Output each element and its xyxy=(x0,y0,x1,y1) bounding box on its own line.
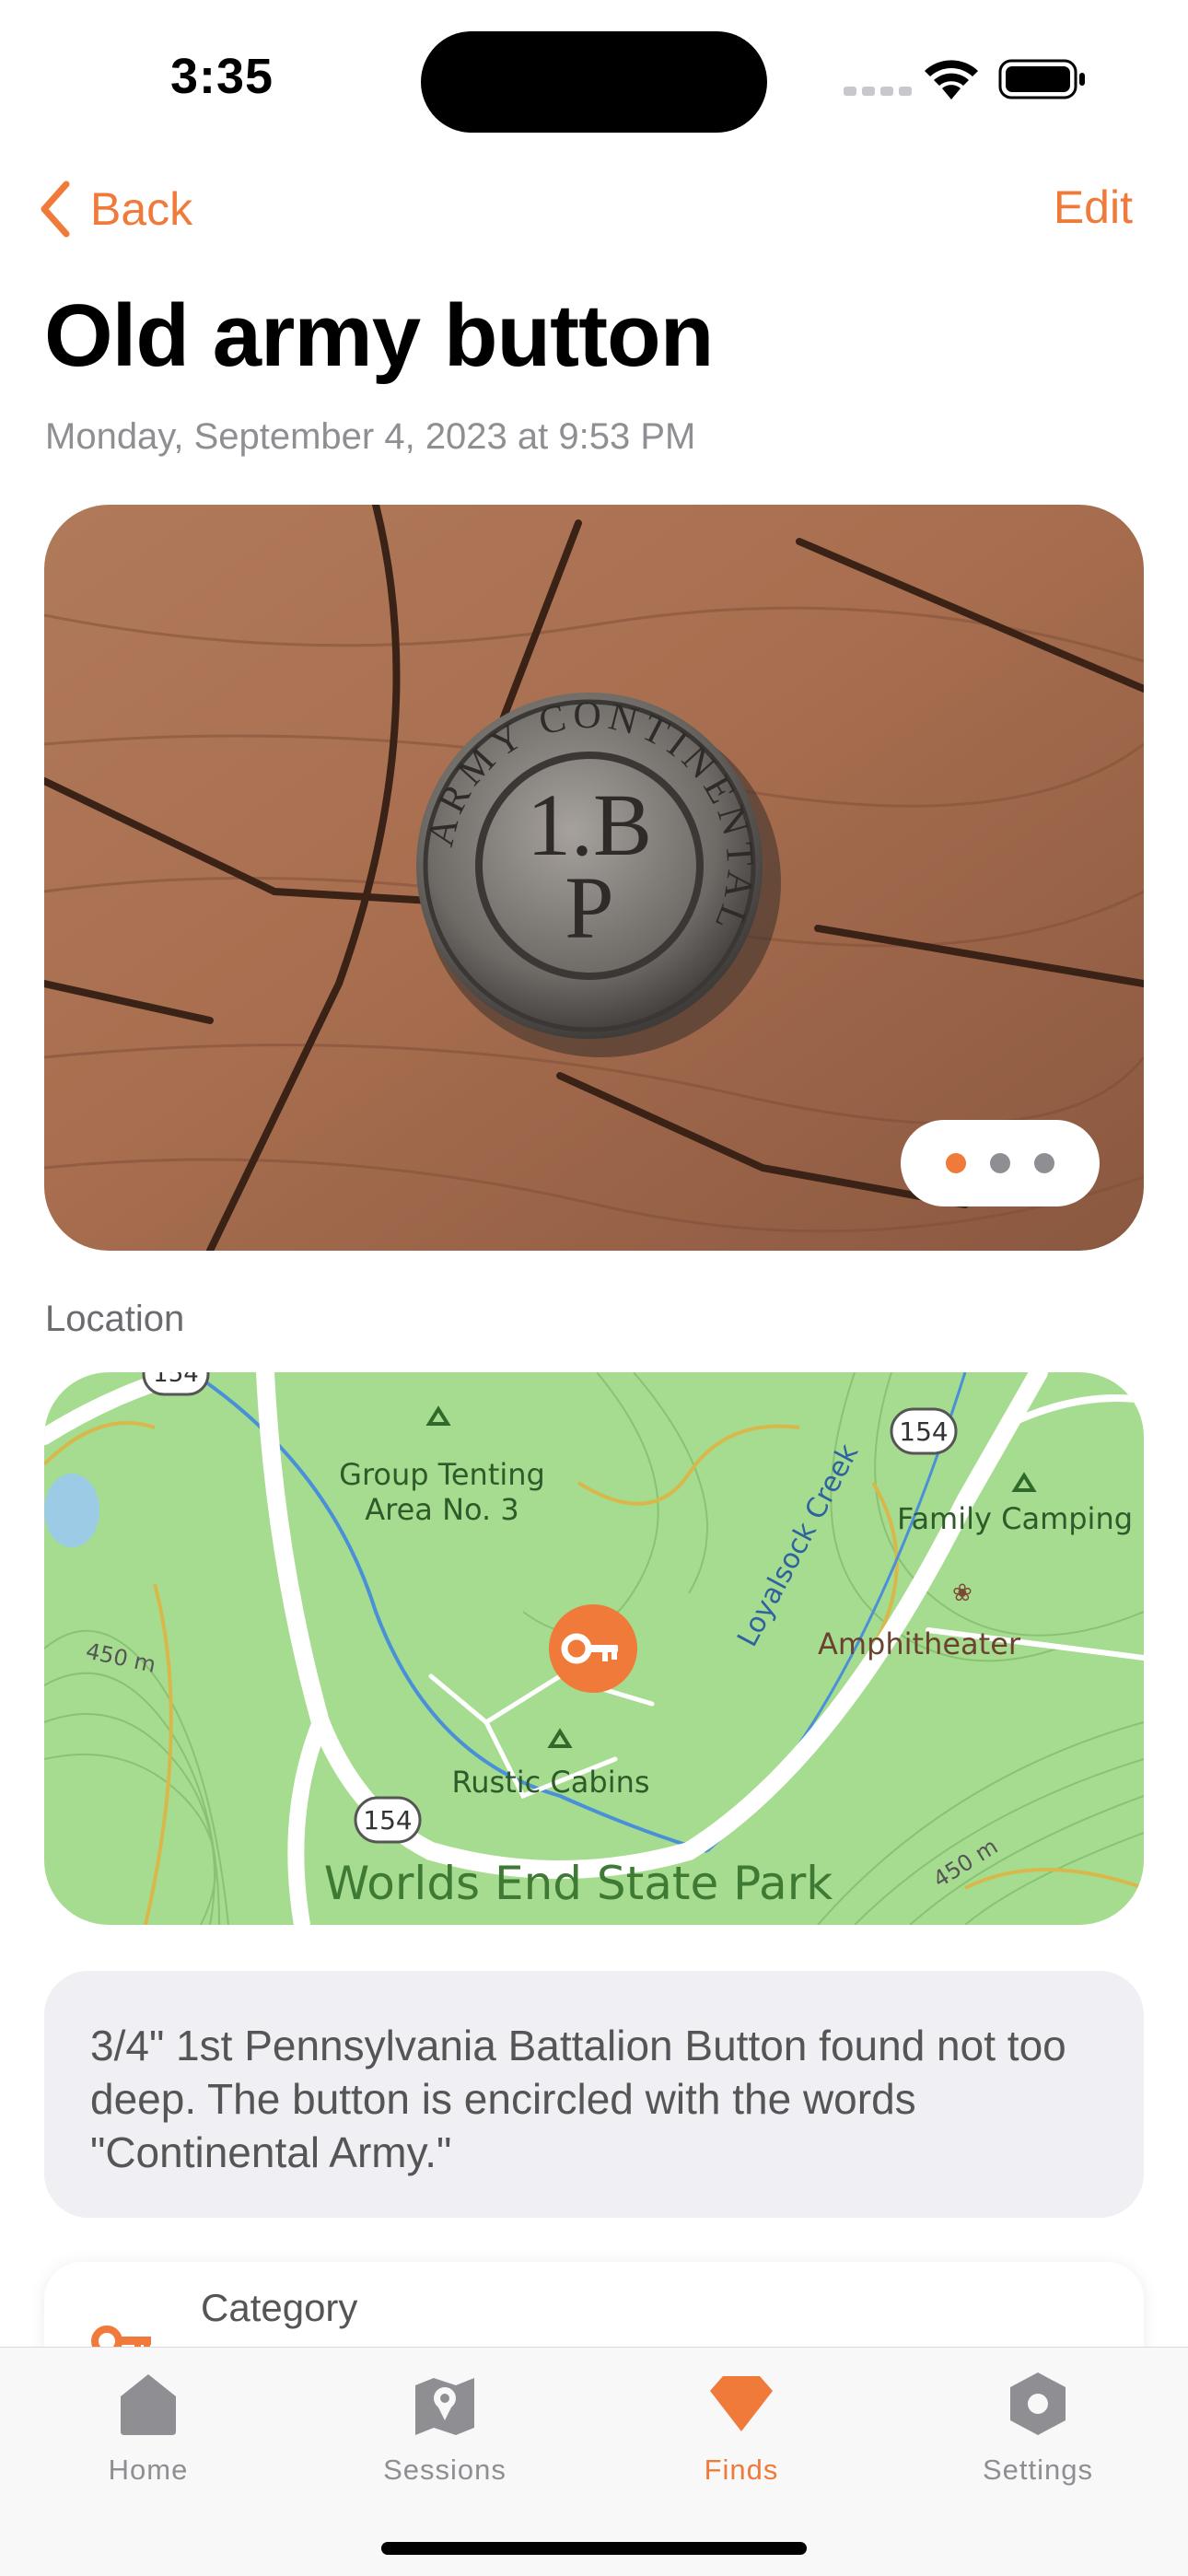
location-section-label: Location xyxy=(45,1299,185,1339)
cellular-signal-icon xyxy=(844,87,912,96)
map-label-rustic-cabins: Rustic Cabins xyxy=(451,1765,649,1800)
diamond-icon xyxy=(710,2376,773,2431)
tab-finds[interactable]: Finds xyxy=(622,2367,861,2487)
find-location-pin[interactable] xyxy=(549,1604,637,1693)
map-image: ❀ Group Tenting Area No. 3 Family Campin… xyxy=(44,1372,1144,1925)
location-map[interactable]: ❀ Group Tenting Area No. 3 Family Campin… xyxy=(44,1372,1144,1925)
map-label-group-tenting-1: Group Tenting xyxy=(339,1457,545,1492)
edit-button[interactable]: Edit xyxy=(1054,181,1133,234)
page-dot-3[interactable] xyxy=(1034,1153,1054,1173)
tab-label-home: Home xyxy=(108,2454,189,2486)
page-title: Old army button xyxy=(44,286,714,385)
coin-center-text-2: P xyxy=(565,858,613,957)
wifi-icon xyxy=(925,60,978,99)
map-pin-icon xyxy=(415,2378,474,2435)
route-badge-1: 154 xyxy=(890,1407,958,1455)
tab-sessions[interactable]: Sessions xyxy=(325,2367,565,2487)
route-badge-3: 154 xyxy=(142,1372,210,1396)
page-dot-2[interactable] xyxy=(990,1153,1010,1173)
svg-text:154: 154 xyxy=(363,1805,412,1836)
tab-label-finds: Finds xyxy=(704,2454,779,2486)
tab-label-settings: Settings xyxy=(982,2454,1093,2486)
find-notes: 3/4" 1st Pennsylvania Battalion Button f… xyxy=(44,1971,1144,2218)
tab-settings[interactable]: Settings xyxy=(918,2367,1158,2487)
dynamic-island xyxy=(421,31,767,133)
photo-page-indicator[interactable] xyxy=(901,1120,1100,1206)
page-dot-1[interactable] xyxy=(946,1153,966,1173)
svg-text:154: 154 xyxy=(899,1416,948,1447)
gear-hex-icon xyxy=(1010,2372,1066,2435)
map-label-group-tenting-2: Area No. 3 xyxy=(365,1492,518,1527)
find-date: Monday, September 4, 2023 at 9:53 PM xyxy=(45,416,696,457)
tab-home[interactable]: Home xyxy=(29,2367,268,2487)
map-label-park: Worlds End State Park xyxy=(324,1857,833,1910)
back-button[interactable]: Back xyxy=(35,177,192,241)
map-label-family-camping: Family Camping xyxy=(897,1501,1133,1536)
amphitheater-icon: ❀ xyxy=(952,1579,973,1606)
svg-text:154: 154 xyxy=(153,1372,199,1388)
route-badge-2: 154 xyxy=(354,1796,422,1844)
status-time: 3:35 xyxy=(170,49,274,104)
map-label-amphitheater: Amphitheater xyxy=(818,1626,1021,1661)
home-indicator[interactable] xyxy=(381,2542,807,2555)
home-icon xyxy=(121,2374,176,2435)
category-label: Category xyxy=(201,2286,358,2329)
back-label: Back xyxy=(90,183,193,235)
battery-icon xyxy=(998,59,1085,99)
tab-label-sessions: Sessions xyxy=(383,2454,507,2486)
chevron-left-icon xyxy=(41,181,70,238)
